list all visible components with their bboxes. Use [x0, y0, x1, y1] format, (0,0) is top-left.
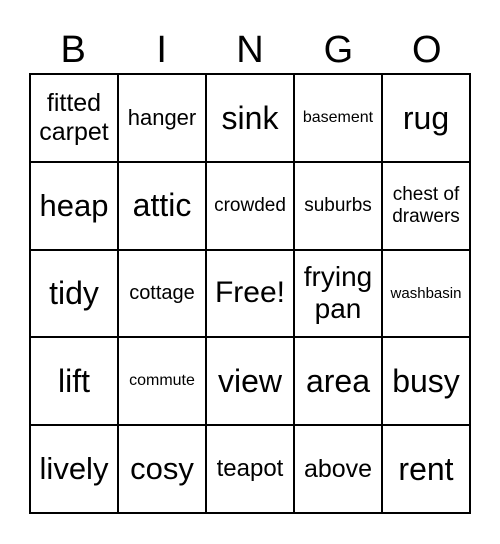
bingo-cell: area — [294, 337, 382, 426]
bingo-cell: chest of drawers — [382, 161, 470, 250]
bingo-header: B I N G O — [29, 26, 471, 74]
bingo-cell-free: Free! — [206, 249, 294, 338]
bingo-cell: cosy — [118, 425, 206, 513]
bingo-cell: washbasin — [382, 249, 470, 338]
bingo-cell: suburbs — [294, 161, 382, 250]
header-letter-b: B — [60, 29, 86, 71]
bingo-cell: lively — [30, 425, 118, 513]
header-letter-n: N — [236, 29, 264, 71]
bingo-cell: fitted carpet — [30, 74, 118, 162]
bingo-cell: tidy — [30, 249, 118, 338]
bingo-cell: lift — [30, 337, 118, 426]
bingo-cell: crowded — [206, 161, 294, 250]
header-letter-i: I — [156, 29, 167, 71]
bingo-grid: fitted carpet hanger sink basement rug h… — [29, 73, 471, 514]
bingo-cell: view — [206, 337, 294, 426]
bingo-cell: sink — [206, 74, 294, 162]
bingo-cell: cottage — [118, 249, 206, 338]
bingo-cell: rent — [382, 425, 470, 513]
bingo-cell: frying pan — [294, 249, 382, 338]
bingo-cell: basement — [294, 74, 382, 162]
bingo-cell: teapot — [206, 425, 294, 513]
bingo-cell: above — [294, 425, 382, 513]
bingo-cell: commute — [118, 337, 206, 426]
bingo-cell: heap — [30, 161, 118, 250]
bingo-cell: hanger — [118, 74, 206, 162]
header-letter-o: O — [412, 29, 442, 71]
bingo-cell: attic — [118, 161, 206, 250]
bingo-cell: rug — [382, 74, 470, 162]
bingo-cell: busy — [382, 337, 470, 426]
header-letter-g: G — [323, 29, 354, 71]
